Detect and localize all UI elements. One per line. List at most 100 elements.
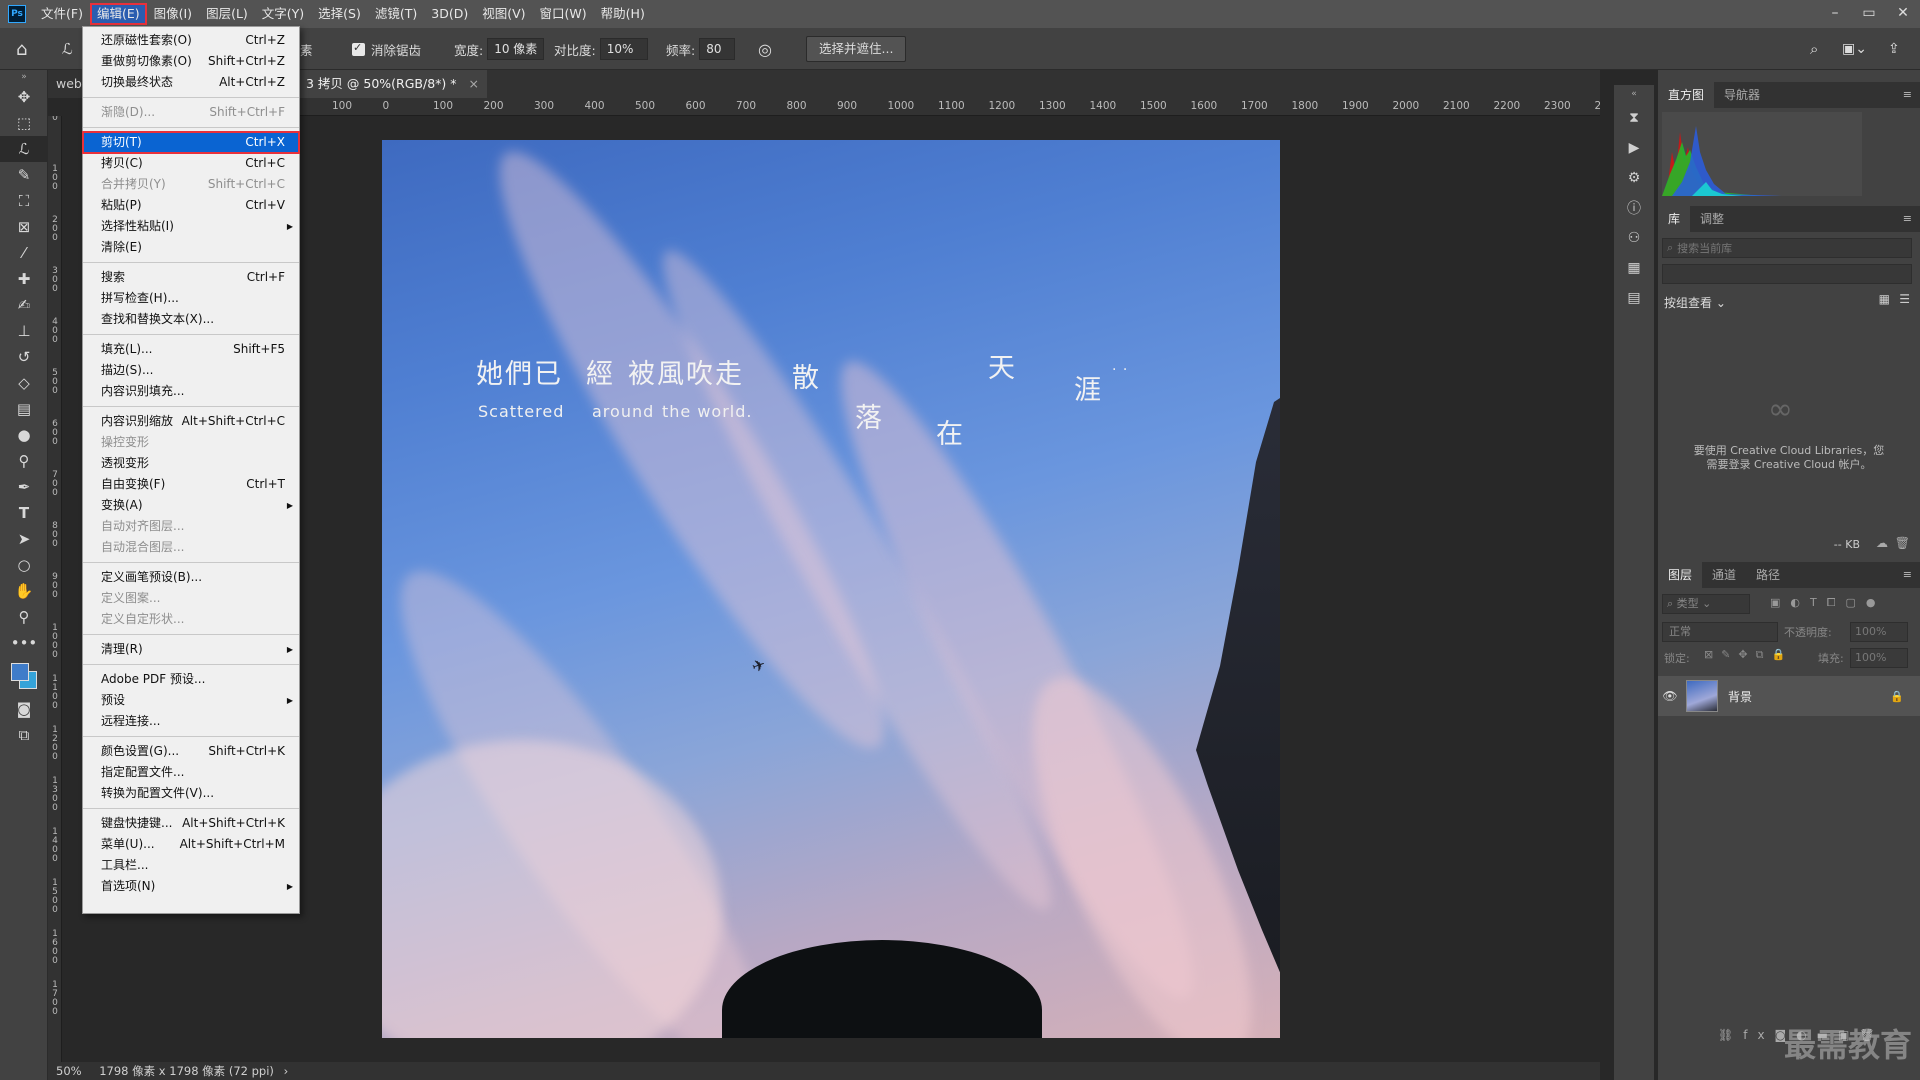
search-icon[interactable]: ⌕: [1810, 28, 1818, 70]
tab-layers[interactable]: 图层: [1658, 562, 1703, 588]
tab-channels[interactable]: 通道: [1702, 562, 1746, 588]
swatches-panel-icon[interactable]: ▦: [1614, 253, 1654, 283]
edit-menu-item[interactable]: 透视变形: [83, 453, 299, 474]
edit-menu-item[interactable]: 粘贴(P) Ctrl+V: [83, 195, 299, 216]
tab-navigator[interactable]: 导航器: [1714, 82, 1770, 108]
menu-9[interactable]: 窗口(W): [533, 3, 594, 25]
properties-panel-icon[interactable]: ⚙: [1614, 163, 1654, 193]
menu-0[interactable]: 文件(F): [34, 3, 90, 25]
menu-5[interactable]: 选择(S): [311, 3, 368, 25]
edit-menu-item[interactable]: 清理(R) ▶: [83, 639, 299, 660]
pen-pressure-icon[interactable]: ◎: [758, 28, 772, 70]
menu-4[interactable]: 文字(Y): [255, 3, 311, 25]
edit-menu-item[interactable]: 内容识别填充...: [83, 381, 299, 402]
notes-panel-icon[interactable]: ▤: [1614, 283, 1654, 313]
menu-2[interactable]: 图像(I): [147, 3, 199, 25]
menu-3[interactable]: 图层(L): [199, 3, 255, 25]
history-brush-tool-icon[interactable]: ↺: [0, 344, 48, 370]
maximize-icon[interactable]: ▭: [1852, 0, 1886, 28]
eyedropper-tool-icon[interactable]: ⁄: [0, 240, 48, 266]
edit-menu-item[interactable]: 重做剪切像素(O) Shift+Ctrl+Z: [83, 51, 299, 72]
delete-library-icon[interactable]: 🗑: [1895, 536, 1910, 550]
layer-filter[interactable]: ⌕ 类型 ⌄: [1662, 594, 1750, 614]
fill-input[interactable]: 100%: [1850, 648, 1908, 668]
actions-play-icon[interactable]: ▶: [1614, 133, 1654, 163]
edit-menu-item[interactable]: 选择性粘贴(I) ▶: [83, 216, 299, 237]
edit-menu-item[interactable]: 远程连接...: [83, 711, 299, 732]
edit-menu-item[interactable]: 清除(E): [83, 237, 299, 258]
edit-menu-item[interactable]: 预设 ▶: [83, 690, 299, 711]
select-and-mask-button[interactable]: 选择并遮住...: [806, 36, 907, 62]
close-tab-icon[interactable]: ×: [468, 76, 478, 91]
marquee-tool-icon[interactable]: ⬚: [0, 110, 48, 136]
path-select-tool-icon[interactable]: ➤: [0, 526, 48, 552]
edit-menu-item[interactable]: 键盘快捷键... Alt+Shift+Ctrl+K: [83, 813, 299, 834]
feather-field[interactable]: 素: [300, 28, 313, 70]
gradient-tool-icon[interactable]: ▤: [0, 396, 48, 422]
close-window-icon[interactable]: ✕: [1886, 0, 1920, 28]
contrast-input[interactable]: 10%: [599, 38, 648, 60]
layers-panel-menu-icon[interactable]: ≡: [1903, 568, 1912, 581]
tab-paths[interactable]: 路径: [1746, 562, 1790, 588]
menu-6[interactable]: 滤镜(T): [368, 3, 424, 25]
pen-tool-icon[interactable]: ✒: [0, 474, 48, 500]
edit-menu-item[interactable]: 首选项(N) ▶: [83, 876, 299, 897]
edit-menu-item[interactable]: 填充(L)... Shift+F5: [83, 339, 299, 360]
menu-1[interactable]: 编辑(E): [89, 3, 147, 25]
visibility-eye-icon[interactable]: 👁: [1658, 689, 1682, 703]
character-panel-icon[interactable]: ⚇: [1614, 223, 1654, 253]
layer-name[interactable]: 背景: [1728, 688, 1752, 705]
blend-mode-select[interactable]: 正常: [1662, 622, 1778, 642]
tab-libraries[interactable]: 库: [1658, 206, 1691, 232]
edit-menu-item[interactable]: 还原磁性套索(O) Ctrl+Z: [83, 30, 299, 51]
opacity-input[interactable]: 100%: [1850, 622, 1908, 642]
ellipse-tool-icon[interactable]: ○: [0, 552, 48, 578]
edit-menu-item[interactable]: 拷贝(C) Ctrl+C: [83, 153, 299, 174]
screen-mode-icon[interactable]: ⧉: [0, 722, 48, 748]
blur-tool-icon[interactable]: ●: [0, 422, 48, 448]
edit-menu-item[interactable]: 变换(A) ▶: [83, 495, 299, 516]
menu-10[interactable]: 帮助(H): [594, 3, 652, 25]
edit-menu-item[interactable]: 查找和替换文本(X)...: [83, 309, 299, 330]
menu-8[interactable]: 视图(V): [475, 3, 532, 25]
width-input[interactable]: 10 像素: [487, 38, 545, 60]
edit-menu-item[interactable]: 定义画笔预设(B)...: [83, 567, 299, 588]
edit-menu-item[interactable]: 搜索 Ctrl+F: [83, 267, 299, 288]
edit-menu-item[interactable]: 内容识别缩放 Alt+Shift+Ctrl+C: [83, 411, 299, 432]
menu-7[interactable]: 3D(D): [424, 3, 475, 25]
crop-tool-icon[interactable]: ⛶: [0, 188, 48, 214]
group-view-select[interactable]: 按组查看 ⌄: [1664, 294, 1726, 311]
frame-tool-icon[interactable]: ⊠: [0, 214, 48, 240]
checkbox-icon[interactable]: [352, 41, 365, 56]
cloud-sync-icon[interactable]: ☁: [1876, 536, 1888, 550]
edit-menu-item[interactable]: 拼写检查(H)...: [83, 288, 299, 309]
frequency-input[interactable]: 80: [699, 38, 736, 60]
list-view-icon[interactable]: ☰: [1899, 292, 1910, 306]
library-panel-menu-icon[interactable]: ≡: [1903, 212, 1912, 225]
magnetic-lasso-preset-icon[interactable]: ℒ: [62, 28, 73, 70]
tab-histogram[interactable]: 直方图: [1658, 82, 1715, 108]
eraser-tool-icon[interactable]: ◇: [0, 370, 48, 396]
share-icon[interactable]: ⇪: [1888, 28, 1900, 70]
edit-menu-item[interactable]: 颜色设置(G)... Shift+Ctrl+K: [83, 741, 299, 762]
zoom-level[interactable]: 50%: [56, 1064, 82, 1078]
zoom-tool-icon[interactable]: ⚲: [0, 604, 48, 630]
edit-menu-item[interactable]: 描边(S)...: [83, 360, 299, 381]
edit-menu-item[interactable]: 指定配置文件...: [83, 762, 299, 783]
dodge-tool-icon[interactable]: ⚲: [0, 448, 48, 474]
document-image[interactable]: 她們已 經 被風吹走 散 落 在 天 涯 . . Scattered aroun…: [382, 140, 1280, 1038]
edit-menu-item[interactable]: 自由变换(F) Ctrl+T: [83, 474, 299, 495]
grid-view-icon[interactable]: ▦: [1879, 292, 1890, 306]
info-panel-icon[interactable]: ⓘ: [1614, 193, 1654, 223]
minimize-icon[interactable]: –: [1818, 0, 1852, 28]
lock-icons[interactable]: ⊠✎✥⧉🔒: [1704, 648, 1793, 662]
tab-adjustments[interactable]: 调整: [1690, 206, 1734, 232]
library-dropdown[interactable]: [1662, 264, 1912, 284]
hand-tool-icon[interactable]: ✋: [0, 578, 48, 604]
type-tool-icon[interactable]: T: [0, 500, 48, 526]
quick-select-tool-icon[interactable]: ✎: [0, 162, 48, 188]
antialias-checkbox[interactable]: 消除锯齿: [352, 28, 421, 70]
edit-menu-item[interactable]: 切换最终状态 Alt+Ctrl+Z: [83, 72, 299, 93]
healing-brush-tool-icon[interactable]: ✚: [0, 266, 48, 292]
status-arrow-icon[interactable]: ›: [284, 1064, 289, 1078]
